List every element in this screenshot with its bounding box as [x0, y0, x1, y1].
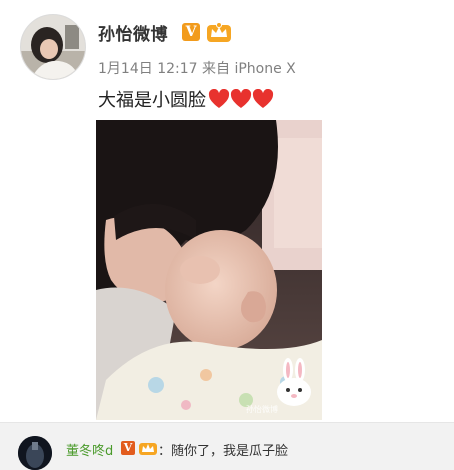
post-meta: 1月14日 12:17 来自 iPhone X	[98, 58, 296, 78]
commenter-avatar-image	[18, 436, 52, 470]
post-text: 大福是小圆脸	[98, 90, 206, 111]
post-photo[interactable]: 孙怡微博	[96, 120, 322, 420]
commenter-verified-badge-icon: V	[121, 441, 135, 455]
member-crown-icon[interactable]	[206, 21, 232, 43]
photo-watermark: 孙怡微博	[246, 405, 278, 414]
comment-separator: ：	[158, 444, 172, 459]
user-avatar[interactable]	[20, 14, 86, 80]
commenter-crown-icon	[139, 443, 157, 455]
post-time: 12:17	[157, 61, 198, 77]
mother-baby-photo	[96, 120, 322, 420]
commenter-name[interactable]: 董冬咚d	[66, 440, 113, 459]
weibo-post-card: 孙怡微博 V 1月14日 12:17 来自 iPhone X 大福是小圆脸 孙怡…	[0, 0, 454, 423]
comment-text: ：随你了，我是瓜子脸	[158, 440, 288, 459]
commenter-avatar[interactable]	[18, 436, 52, 470]
verified-badge-icon: V	[182, 23, 200, 41]
post-source-device[interactable]: iPhone X	[234, 61, 295, 77]
post-source-prefix: 来自	[202, 61, 230, 77]
post-date: 1月14日	[98, 61, 153, 77]
post-content: 大福是小圆脸	[98, 86, 274, 112]
heart-emoji-icon	[208, 89, 274, 108]
comment-row: 董冬咚d V ：随你了，我是瓜子脸	[0, 428, 454, 470]
comment-body: 随你了，我是瓜子脸	[171, 444, 289, 459]
avatar-photo	[21, 15, 85, 79]
post-username[interactable]: 孙怡微博	[98, 20, 168, 45]
